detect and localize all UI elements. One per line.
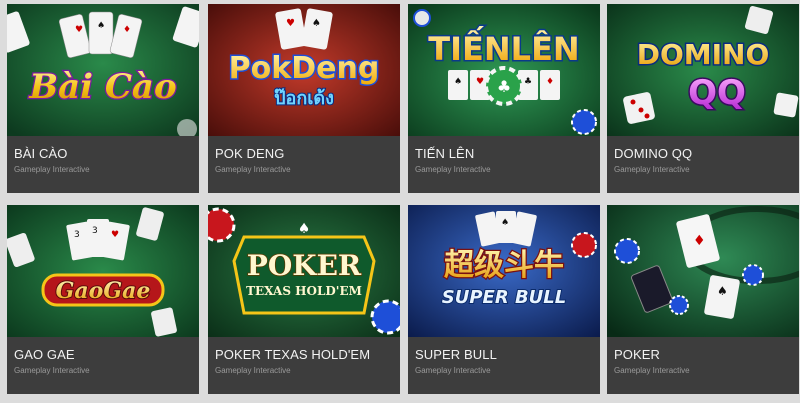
game-card-poker-texas-holdem[interactable]: POKER TEXAS HOLD'EM ♠ POKER TEXAS HOLD'E…	[208, 205, 400, 394]
game-card-domino-qq[interactable]: DOMINO QQ DOMINO QQ Gameplay Interactive	[607, 4, 799, 193]
svg-text:♦: ♦	[123, 25, 131, 35]
game-info: GAO GAE Gameplay Interactive	[7, 337, 199, 394]
svg-text:♠: ♠	[97, 21, 105, 31]
svg-text:♠: ♠	[717, 284, 728, 298]
game-logo-sub: SUPER BULL	[442, 287, 566, 308]
game-thumbnail: DOMINO QQ	[607, 4, 799, 136]
game-thumbnail: ♥ ♠ PokDeng ป๊อกเด้ง	[208, 4, 400, 136]
game-provider: Gameplay Interactive	[215, 165, 291, 174]
svg-text:♥: ♥	[286, 18, 295, 29]
game-provider: Gameplay Interactive	[14, 366, 90, 375]
game-thumbnail: ♥ ♠ ♦ Bài Cào	[7, 4, 199, 136]
svg-text:♣: ♣	[524, 77, 532, 87]
svg-text:3: 3	[74, 230, 80, 240]
game-provider: Gameplay Interactive	[215, 366, 291, 375]
game-title: TIẾN LÊN	[415, 146, 475, 161]
game-provider: Gameplay Interactive	[415, 366, 491, 375]
game-provider: Gameplay Interactive	[415, 165, 491, 174]
game-title: BÀI CÀO	[14, 146, 68, 161]
game-info: TIẾN LÊN Gameplay Interactive	[408, 136, 600, 193]
game-title: DOMINO QQ	[614, 146, 693, 161]
game-logo: 超级斗牛	[444, 248, 564, 283]
svg-text:♠: ♠	[454, 77, 462, 87]
game-title: GAO GAE	[14, 347, 75, 362]
svg-text:♠: ♠	[312, 18, 321, 29]
game-logo: DOMINO	[637, 38, 770, 71]
svg-text:♥: ♥	[476, 77, 484, 87]
game-title: POKER TEXAS HOLD'EM	[215, 347, 371, 362]
game-card-gao-gae[interactable]: 3 3 ♥ GaoGae GAO GAE Gameplay Interactiv…	[7, 205, 199, 394]
svg-text:♣: ♣	[497, 77, 511, 96]
game-logo: PokDeng	[229, 51, 380, 86]
game-card-poker[interactable]: ♦ ♠ POKER Gameplay Interactive	[607, 205, 799, 394]
game-thumbnail: POKER TEXAS HOLD'EM ♠	[208, 205, 400, 337]
game-title: SUPER BULL	[415, 347, 497, 362]
game-logo: Bài Cào	[28, 67, 176, 107]
game-thumbnail: ♦ ♠	[607, 205, 799, 337]
svg-text:♦: ♦	[546, 77, 554, 87]
game-logo: GaoGae	[56, 278, 151, 304]
game-provider: Gameplay Interactive	[614, 366, 690, 375]
game-title: POKER	[614, 347, 661, 362]
svg-text:♠: ♠	[298, 221, 311, 237]
game-info: BÀI CÀO Gameplay Interactive	[7, 136, 199, 193]
game-info: POKER TEXAS HOLD'EM Gameplay Interactive	[208, 337, 400, 394]
svg-text:♠: ♠	[501, 218, 509, 228]
game-logo-sub: ป๊อกเด้ง	[274, 88, 334, 109]
game-thumbnail: 3 3 ♥ GaoGae	[7, 205, 199, 337]
game-info: SUPER BULL Gameplay Interactive	[408, 337, 600, 394]
game-card-tien-len[interactable]: TIẾNLÊN ♠ ♥ ♣ ♦ ♣ TIẾN LÊN Gameplay Inte…	[408, 4, 600, 193]
svg-text:♥: ♥	[75, 25, 83, 35]
game-thumbnail: ♠ 超级斗牛 SUPER BULL	[408, 205, 600, 337]
svg-text:♥: ♥	[111, 230, 119, 240]
game-info: DOMINO QQ Gameplay Interactive	[607, 136, 799, 193]
game-card-bai-cao[interactable]: ♥ ♠ ♦ Bài Cào BÀI CÀO Gameplay Interacti…	[7, 4, 199, 193]
game-logo: TIẾNLÊN	[428, 26, 579, 68]
game-logo-sub: TEXAS HOLD'EM	[246, 284, 362, 298]
game-logo: POKER	[247, 249, 362, 282]
game-info: POKER Gameplay Interactive	[607, 337, 799, 394]
game-card-super-bull[interactable]: ♠ 超级斗牛 SUPER BULL SUPER BULL Gameplay In…	[408, 205, 600, 394]
game-provider: Gameplay Interactive	[614, 165, 690, 174]
svg-text:♦: ♦	[693, 233, 706, 249]
game-provider: Gameplay Interactive	[14, 165, 90, 174]
game-logo-sub: QQ	[688, 73, 746, 113]
game-card-pok-deng[interactable]: ♥ ♠ PokDeng ป๊อกเด้ง POK DENG Gameplay I…	[208, 4, 400, 193]
svg-text:3: 3	[92, 226, 98, 236]
game-info: POK DENG Gameplay Interactive	[208, 136, 400, 193]
game-title: POK DENG	[215, 146, 285, 161]
game-grid: ♥ ♠ ♦ Bài Cào BÀI CÀO Gameplay Interacti…	[7, 4, 800, 399]
game-thumbnail: TIẾNLÊN ♠ ♥ ♣ ♦ ♣	[408, 4, 600, 136]
